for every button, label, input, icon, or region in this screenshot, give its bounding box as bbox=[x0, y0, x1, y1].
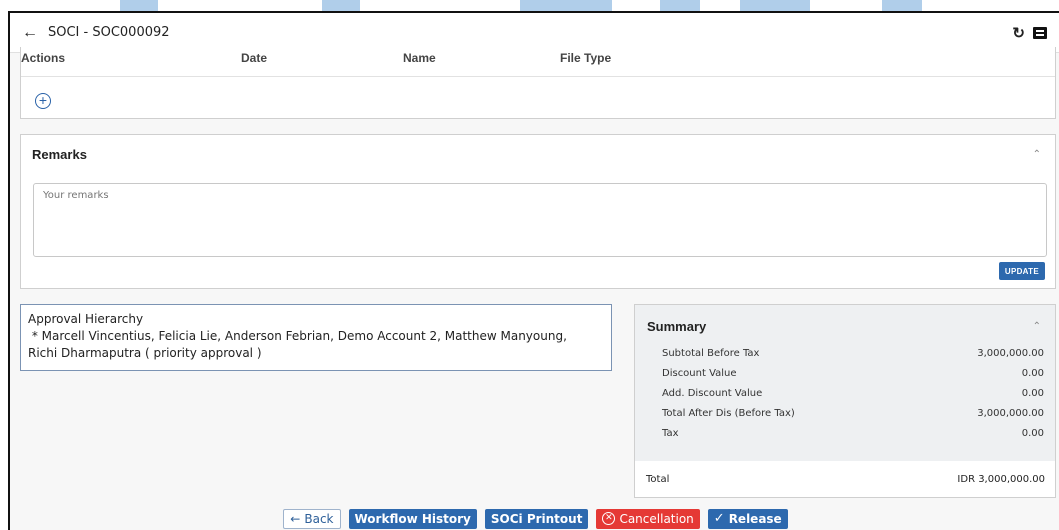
summary-value: 0.00 bbox=[1021, 388, 1044, 399]
watermark-shape bbox=[520, 0, 612, 11]
approval-hierarchy-box: Approval Hierarchy * Marcell Vincentius,… bbox=[20, 304, 612, 371]
summary-value: 3,000,000.00 bbox=[977, 408, 1044, 419]
back-button[interactable]: ← Back bbox=[283, 508, 341, 529]
summary-label: Discount Value bbox=[662, 368, 737, 379]
watermark-shape bbox=[660, 0, 700, 11]
watermark-shape bbox=[120, 0, 158, 11]
approval-approvers: * Marcell Vincentius, Felicia Lie, Ander… bbox=[28, 329, 567, 343]
summary-row: Total After Dis (Before Tax) 3,000,000.0… bbox=[662, 408, 1044, 428]
back-button-label: Back bbox=[304, 511, 334, 526]
page-title: SOCI - SOC000092 bbox=[48, 25, 170, 40]
summary-total-row: Total IDR 3,000,000.00 bbox=[635, 461, 1055, 497]
summary-label: Add. Discount Value bbox=[662, 388, 763, 399]
column-header-name: Name bbox=[403, 51, 436, 65]
summary-value: 0.00 bbox=[1021, 368, 1044, 379]
back-arrow-icon[interactable]: ← bbox=[22, 24, 48, 42]
attachments-card: Actions Date Name File Type + bbox=[20, 47, 1056, 119]
arrow-left-icon: ← bbox=[290, 511, 301, 526]
approval-title: Approval Hierarchy bbox=[28, 312, 144, 326]
remarks-card: Remarks ⌃ UPDATE bbox=[20, 134, 1056, 289]
summary-value: 3,000,000.00 bbox=[977, 348, 1044, 359]
total-value: IDR 3,000,000.00 bbox=[957, 473, 1045, 485]
watermark-shape bbox=[740, 0, 810, 11]
column-header-file-type: File Type bbox=[560, 51, 612, 65]
summary-row: Add. Discount Value 0.00 bbox=[662, 388, 1044, 408]
header-actions: ↻ bbox=[1012, 24, 1047, 42]
app-frame: ← SOCI - SOC000092 ↻ Actions Date Name F… bbox=[8, 11, 1059, 530]
cancel-circle-icon: ✕ bbox=[602, 512, 616, 525]
watermark-shape bbox=[882, 0, 922, 11]
comment-icon[interactable] bbox=[1033, 26, 1047, 39]
update-button[interactable]: UPDATE bbox=[998, 262, 1045, 280]
summary-label: Total After Dis (Before Tax) bbox=[662, 408, 795, 419]
summary-label: Subtotal Before Tax bbox=[662, 348, 760, 359]
summary-value: 0.00 bbox=[1021, 428, 1044, 439]
cancellation-label: Cancellation bbox=[619, 511, 694, 526]
release-button[interactable]: ✓ Release bbox=[707, 508, 788, 529]
summary-rows: Subtotal Before Tax 3,000,000.00 Discoun… bbox=[662, 348, 1044, 448]
summary-row: Tax 0.00 bbox=[662, 428, 1044, 448]
collapse-chevron-icon[interactable]: ⌃ bbox=[1033, 321, 1041, 332]
refresh-icon[interactable]: ↻ bbox=[1012, 24, 1025, 42]
footer-action-bar: ← Back Workflow History SOCi Printout ✕ … bbox=[10, 505, 1059, 530]
summary-label: Tax bbox=[662, 428, 679, 439]
release-label: Release bbox=[728, 511, 782, 526]
column-header-actions: Actions bbox=[21, 51, 66, 65]
workflow-history-button[interactable]: Workflow History bbox=[348, 508, 477, 529]
approval-approvers-cont: Richi Dharmaputra ( priority approval ) bbox=[28, 346, 262, 360]
remarks-input[interactable] bbox=[33, 183, 1047, 257]
soci-printout-button[interactable]: SOCi Printout bbox=[484, 508, 589, 529]
column-header-date: Date bbox=[241, 51, 268, 65]
watermark-shape bbox=[322, 0, 360, 11]
collapse-chevron-icon[interactable]: ⌃ bbox=[1033, 149, 1041, 160]
summary-row: Discount Value 0.00 bbox=[662, 368, 1044, 388]
total-label: Total bbox=[646, 473, 670, 485]
check-icon: ✓ bbox=[713, 511, 725, 526]
add-attachment-icon[interactable]: + bbox=[35, 93, 51, 109]
summary-title: Summary bbox=[647, 319, 707, 334]
remarks-title: Remarks bbox=[32, 147, 87, 162]
attachments-table-header: Actions Date Name File Type bbox=[21, 47, 1055, 77]
summary-card: Summary ⌃ Subtotal Before Tax 3,000,000.… bbox=[634, 304, 1056, 498]
summary-row: Subtotal Before Tax 3,000,000.00 bbox=[662, 348, 1044, 368]
cancellation-button[interactable]: ✕ Cancellation bbox=[596, 508, 700, 529]
